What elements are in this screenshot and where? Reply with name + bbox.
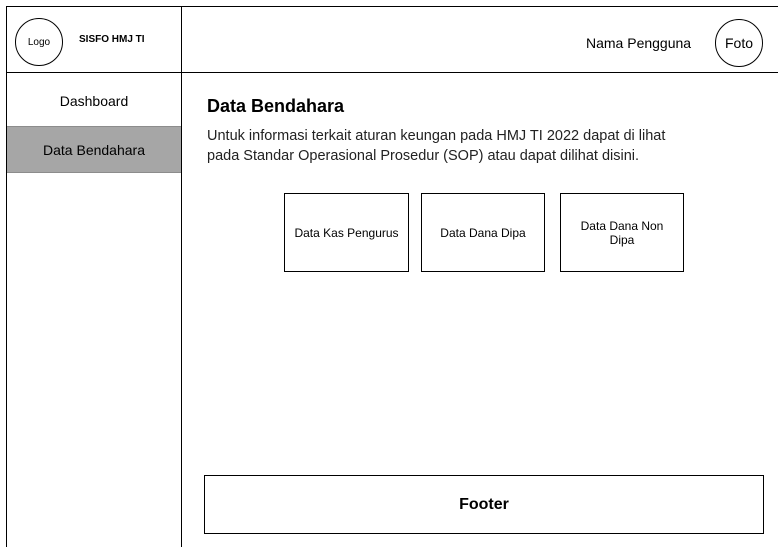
card-data-dana-dipa[interactable]: Data Dana Dipa [421, 193, 545, 272]
sidebar-item-dashboard[interactable]: Dashboard [7, 78, 181, 124]
footer-label: Footer [459, 495, 509, 513]
footer: Footer [204, 475, 764, 534]
page-title: Data Bendahara [207, 96, 345, 116]
card-label: Data Dana Dipa [440, 225, 526, 240]
card-label: Data Dana Non Dipa [580, 218, 664, 247]
avatar[interactable]: Foto [715, 19, 763, 67]
user-name[interactable]: Nama Pengguna [586, 35, 691, 51]
card-data-dana-non-dipa[interactable]: Data Dana Non Dipa [560, 193, 684, 272]
sidebar-divider [181, 6, 182, 547]
sidebar-item-data-bendahara[interactable]: Data Bendahara [7, 126, 181, 173]
frame-top-border [6, 6, 778, 7]
card-data-kas-pengurus[interactable]: Data Kas Pengurus [284, 193, 409, 272]
sidebar-item-label: Data Bendahara [43, 141, 145, 158]
description-line-2: pada Standar Operasional Prosedur (SOP) … [207, 148, 640, 164]
description-line-1: Untuk informasi terkait aturan keungan p… [207, 128, 666, 144]
app-title: SISFO HMJ TI [79, 34, 145, 45]
header-divider [6, 72, 778, 73]
avatar-label: Foto [724, 35, 753, 51]
sidebar-item-label: Dashboard [59, 93, 129, 109]
logo[interactable]: Logo [15, 18, 63, 66]
page-description: Untuk informasi terkait aturan keungan p… [207, 126, 767, 166]
logo-label: Logo [27, 36, 51, 48]
card-label: Data Kas Pengurus [294, 225, 399, 240]
